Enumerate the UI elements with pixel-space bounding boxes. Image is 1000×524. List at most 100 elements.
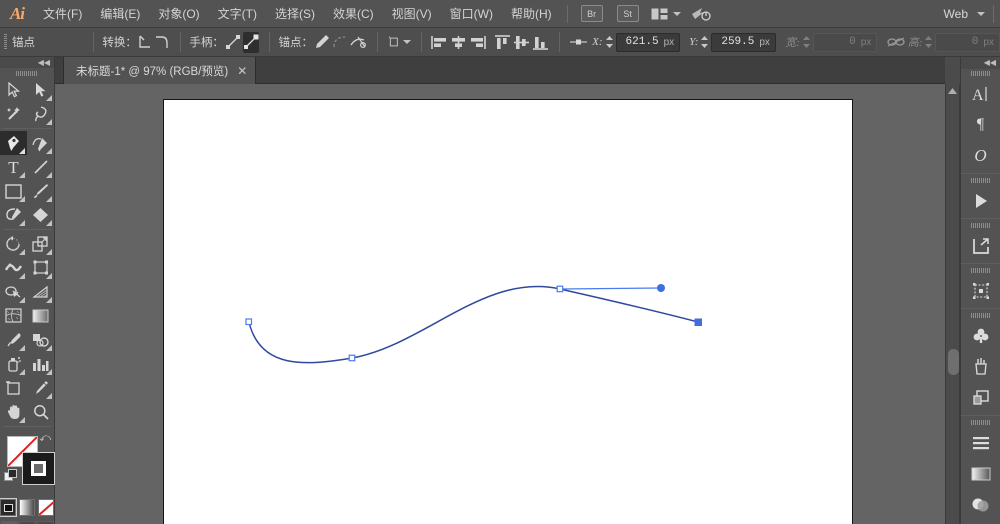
canvas-area[interactable] <box>55 84 945 524</box>
blend-tool[interactable] <box>27 328 54 352</box>
dock-grip-4[interactable] <box>961 266 1000 275</box>
pen-tool[interactable] <box>0 131 27 155</box>
isolate-object-icon[interactable] <box>388 32 411 53</box>
color-mode[interactable] <box>0 499 16 516</box>
magic-wand-tool[interactable] <box>0 102 27 126</box>
eyedropper-tool[interactable] <box>0 328 27 352</box>
dock-grip-6[interactable] <box>961 418 1000 427</box>
panel-artboards[interactable] <box>961 382 1000 413</box>
y-stepper[interactable] <box>700 33 709 52</box>
panel-libraries[interactable] <box>961 185 1000 216</box>
column-graph-tool[interactable] <box>27 352 54 376</box>
menu-select[interactable]: 选择(S) <box>266 0 324 28</box>
bezier-path-selection[interactable] <box>55 84 945 524</box>
tools-panel-grip[interactable] <box>0 68 54 78</box>
hide-handles-icon[interactable] <box>243 32 259 53</box>
default-fill-stroke-icon[interactable] <box>4 469 17 482</box>
direct-selection-tool[interactable] <box>27 78 54 102</box>
menu-view[interactable]: 视图(V) <box>383 0 441 28</box>
panel-align[interactable] <box>961 427 1000 458</box>
cut-path-icon[interactable] <box>350 32 367 53</box>
tools-panel-header[interactable]: ◀◀ <box>0 57 54 68</box>
type-tool[interactable]: T <box>0 155 27 179</box>
x-field[interactable]: px <box>616 33 681 52</box>
anchor-point-3[interactable] <box>557 286 563 292</box>
scale-tool[interactable] <box>27 232 54 256</box>
menu-help[interactable]: 帮助(H) <box>502 0 561 28</box>
anchor-point-4-selected[interactable] <box>695 319 702 326</box>
panel-gradient[interactable] <box>961 458 1000 489</box>
control-bar-grip[interactable] <box>4 34 7 50</box>
align-left-icon[interactable] <box>431 32 448 53</box>
collapse-icon[interactable]: ◀◀ <box>984 59 996 67</box>
align-center-horizontal-icon[interactable] <box>450 32 467 53</box>
canvas-vertical-scrollbar[interactable] <box>945 84 960 524</box>
dock-grip-5[interactable] <box>961 311 1000 320</box>
panel-pathfinder[interactable] <box>961 520 1000 524</box>
menu-edit[interactable]: 编辑(E) <box>91 0 149 28</box>
dock-grip-2[interactable] <box>961 176 1000 185</box>
reference-point-icon[interactable] <box>569 32 589 53</box>
bridge-icon[interactable]: Br <box>581 5 603 22</box>
lock-proportions-icon[interactable] <box>887 32 905 53</box>
panel-opentype[interactable]: O <box>961 140 1000 171</box>
mesh-tool[interactable] <box>0 304 27 328</box>
panel-symbols[interactable] <box>961 320 1000 351</box>
perspective-grid-tool[interactable] <box>27 280 54 304</box>
arrange-documents-icon[interactable] <box>651 8 681 20</box>
x-input[interactable] <box>617 36 661 48</box>
lasso-tool[interactable] <box>27 102 54 126</box>
slice-tool[interactable] <box>27 376 54 400</box>
rectangle-tool[interactable] <box>0 179 27 203</box>
eraser-tool[interactable] <box>27 203 54 227</box>
curvature-tool[interactable] <box>27 131 54 155</box>
collapse-icon[interactable]: ◀◀ <box>38 59 50 67</box>
y-field[interactable]: px <box>711 33 776 52</box>
show-handles-icon[interactable] <box>225 32 241 53</box>
close-icon[interactable]: ✕ <box>237 65 247 77</box>
direction-handle-point[interactable] <box>657 284 665 292</box>
stroke-swatch[interactable] <box>22 452 55 485</box>
menu-file[interactable]: 文件(F) <box>34 0 91 28</box>
menu-window[interactable]: 窗口(W) <box>441 0 502 28</box>
menu-object[interactable]: 对象(O) <box>149 0 208 28</box>
bezier-path[interactable] <box>249 286 698 362</box>
gradient-mode[interactable] <box>19 499 35 516</box>
y-input[interactable] <box>712 36 756 48</box>
swap-fill-stroke-icon[interactable]: ⤺ <box>39 433 51 444</box>
menu-effect[interactable]: 效果(C) <box>324 0 383 28</box>
align-bottom-icon[interactable] <box>532 32 549 53</box>
panel-export[interactable] <box>961 230 1000 261</box>
free-transform-tool[interactable] <box>27 256 54 280</box>
ai-assist-icon[interactable] <box>691 7 711 21</box>
panel-transform[interactable] <box>961 275 1000 306</box>
paintbrush-tool[interactable] <box>27 179 54 203</box>
align-top-icon[interactable] <box>494 32 511 53</box>
panel-brushes[interactable] <box>961 351 1000 382</box>
panel-paragraph[interactable]: ¶ <box>961 109 1000 140</box>
panel-character[interactable]: A <box>961 78 1000 109</box>
scroll-up-icon[interactable] <box>946 84 959 98</box>
dock-header[interactable]: ◀◀ <box>961 57 1000 69</box>
width-tool[interactable] <box>0 256 27 280</box>
anchor-point-2[interactable] <box>349 355 355 361</box>
dock-grip-3[interactable] <box>961 221 1000 230</box>
gradient-tool[interactable] <box>27 304 54 328</box>
zoom-tool[interactable] <box>27 400 54 424</box>
menu-type[interactable]: 文字(T) <box>209 0 266 28</box>
artboard-tool[interactable] <box>0 376 27 400</box>
hand-tool[interactable] <box>0 400 27 424</box>
convert-to-corner-icon[interactable] <box>138 32 153 53</box>
stock-icon[interactable]: St <box>617 5 639 22</box>
line-segment-tool[interactable] <box>27 155 54 179</box>
workspace-switcher[interactable]: Web <box>940 7 985 21</box>
scrollbar-thumb[interactable] <box>948 349 959 375</box>
rotate-tool[interactable] <box>0 232 27 256</box>
convert-to-smooth-icon[interactable] <box>155 32 170 53</box>
align-middle-vertical-icon[interactable] <box>513 32 530 53</box>
document-tab-active[interactable]: 未标题-1* @ 97% (RGB/预览) ✕ <box>63 57 256 84</box>
dock-grip[interactable] <box>961 69 1000 78</box>
x-stepper[interactable] <box>605 33 614 52</box>
symbol-sprayer-tool[interactable] <box>0 352 27 376</box>
shape-builder-tool[interactable] <box>0 280 27 304</box>
